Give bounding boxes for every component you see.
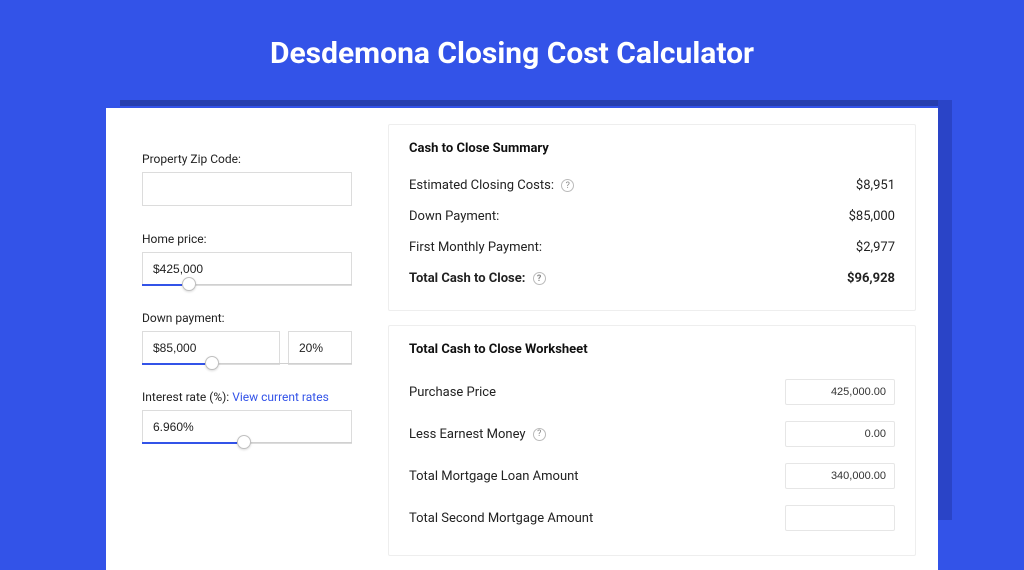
worksheet-title: Total Cash to Close Worksheet	[409, 342, 895, 357]
down-payment-label: Down payment:	[142, 311, 352, 325]
rate-slider[interactable]	[142, 442, 352, 443]
summary-value: $96,928	[847, 271, 895, 286]
worksheet-row: Purchase Price	[409, 371, 895, 413]
worksheet-row: Total Second Mortgage Amount	[409, 497, 895, 539]
field-interest-rate: Interest rate (%): View current rates	[142, 390, 352, 443]
home-price-slider[interactable]	[142, 284, 352, 285]
summary-row: Down Payment: $85,000	[409, 201, 895, 232]
home-price-input[interactable]	[142, 252, 352, 286]
card-top-shadow	[120, 100, 952, 106]
calculator-card: Property Zip Code: Home price: Down paym…	[106, 108, 938, 570]
worksheet-panel: Total Cash to Close Worksheet Purchase P…	[388, 325, 916, 556]
summary-value: $85,000	[849, 209, 895, 224]
field-home-price: Home price:	[142, 232, 352, 285]
results-pane: Cash to Close Summary Estimated Closing …	[376, 108, 938, 570]
slider-thumb[interactable]	[237, 435, 251, 449]
down-payment-pct-input[interactable]	[288, 331, 352, 365]
zip-label: Property Zip Code:	[142, 152, 352, 166]
summary-value: $2,977	[856, 240, 895, 255]
worksheet-value-input[interactable]	[785, 505, 895, 531]
view-rates-link[interactable]: View current rates	[232, 390, 329, 404]
worksheet-row: Less Earnest Money ?	[409, 413, 895, 455]
rate-label: Interest rate (%): View current rates	[142, 390, 352, 404]
summary-row: First Monthly Payment: $2,977	[409, 232, 895, 263]
summary-value: $8,951	[856, 178, 895, 193]
help-icon[interactable]: ?	[533, 272, 546, 285]
worksheet-value-input[interactable]	[785, 421, 895, 447]
summary-title: Cash to Close Summary	[409, 141, 895, 156]
summary-row-total: Total Cash to Close: ? $96,928	[409, 263, 895, 294]
page-title: Desdemona Closing Cost Calculator	[0, 0, 1024, 101]
help-icon[interactable]: ?	[533, 428, 546, 441]
field-zip: Property Zip Code:	[142, 152, 352, 206]
home-price-label: Home price:	[142, 232, 352, 246]
field-down-payment: Down payment:	[142, 311, 352, 364]
summary-panel: Cash to Close Summary Estimated Closing …	[388, 124, 916, 311]
worksheet-row: Total Mortgage Loan Amount	[409, 455, 895, 497]
help-icon[interactable]: ?	[561, 179, 574, 192]
worksheet-value-input[interactable]	[785, 379, 895, 405]
slider-thumb[interactable]	[182, 277, 196, 291]
down-payment-slider[interactable]	[142, 363, 352, 364]
summary-row: Estimated Closing Costs: ? $8,951	[409, 170, 895, 201]
inputs-sidebar: Property Zip Code: Home price: Down paym…	[106, 108, 376, 570]
zip-input[interactable]	[142, 172, 352, 206]
slider-thumb[interactable]	[205, 356, 219, 370]
worksheet-value-input[interactable]	[785, 463, 895, 489]
